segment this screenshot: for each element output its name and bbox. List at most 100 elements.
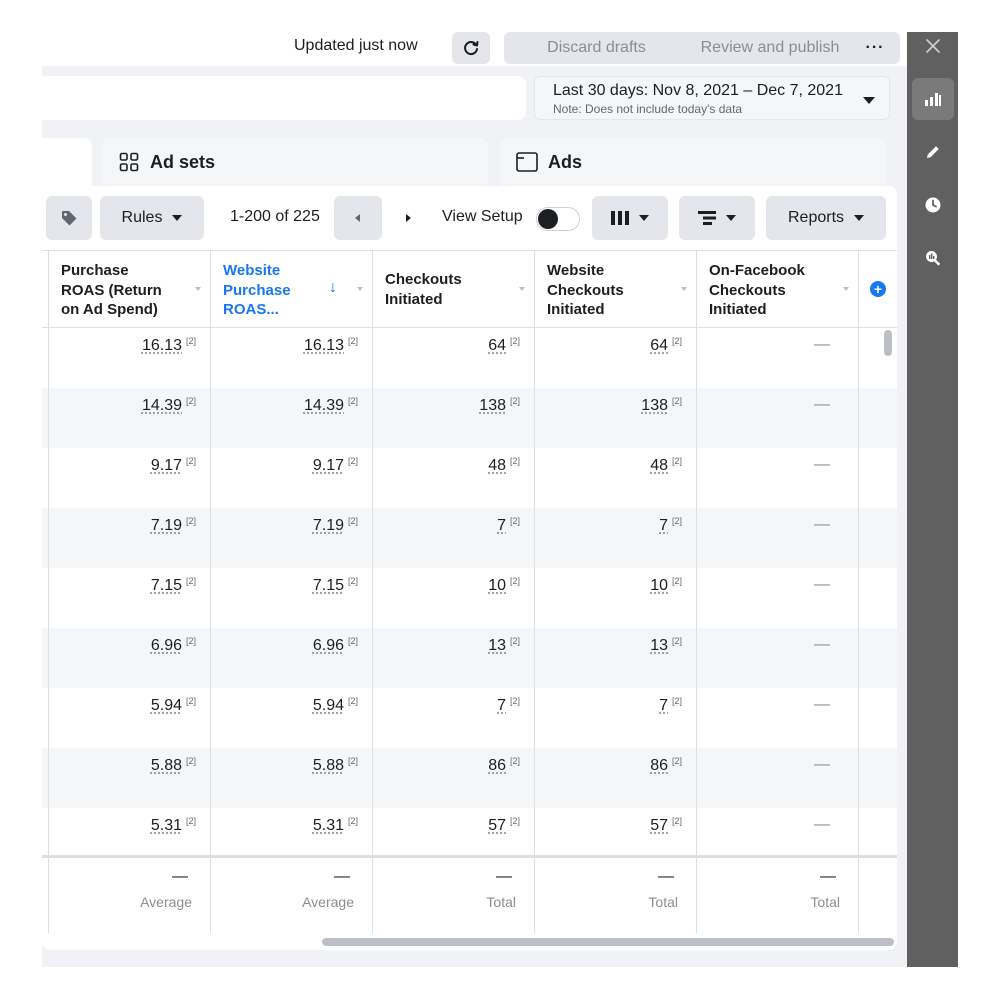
metric-value[interactable]: 86: [650, 757, 668, 775]
column-header[interactable]: Purchase ROAS (Return on Ad Spend): [48, 251, 210, 327]
columns-dropdown[interactable]: [592, 196, 668, 240]
column-header-line: Checkouts: [547, 281, 624, 299]
close-button[interactable]: [912, 25, 954, 67]
metric-value[interactable]: 57: [650, 817, 668, 835]
next-page-button[interactable]: [386, 196, 430, 240]
right-sidebar: [907, 32, 958, 967]
metric-value[interactable]: 9.17: [151, 457, 182, 475]
metric-value[interactable]: 64: [488, 337, 506, 355]
summary-value: —: [496, 868, 512, 885]
column-header-line: ROAS...: [223, 301, 279, 318]
refresh-button[interactable]: [452, 32, 490, 64]
more-options-button[interactable]: ···: [850, 32, 900, 64]
metric-value[interactable]: 7.19: [313, 517, 344, 535]
attribution-note: [2]: [185, 636, 196, 646]
history-button[interactable]: [912, 184, 954, 226]
table-cell: 5.94 [2]: [210, 688, 372, 748]
top-header: Updated just now Discard drafts Review a…: [42, 32, 907, 66]
metric-value[interactable]: 5.94: [151, 697, 182, 715]
metric-value[interactable]: 138: [641, 397, 668, 415]
table-cell: 10 [2]: [372, 568, 534, 628]
metric-value[interactable]: 5.31: [151, 817, 182, 835]
metric-value[interactable]: 48: [650, 457, 668, 475]
metric-value[interactable]: 64: [650, 337, 668, 355]
metric-value[interactable]: 5.88: [313, 757, 344, 775]
view-setup-toggle[interactable]: [536, 207, 580, 231]
table-row[interactable]: 5.88 [2] 5.88 [2] 86 [2] 86 [2] —: [42, 748, 897, 808]
rules-dropdown[interactable]: Rules: [100, 196, 204, 240]
metric-value[interactable]: 16.13: [142, 337, 182, 355]
table-cell: 64 [2]: [534, 328, 696, 388]
inspect-button[interactable]: [912, 237, 954, 279]
table-row[interactable]: 14.39 [2] 14.39 [2] 138 [2] 138 [2] —: [42, 388, 897, 448]
metric-value[interactable]: 14.39: [304, 397, 344, 415]
summary-label: Total: [486, 894, 516, 910]
table-cell: —: [696, 448, 858, 508]
metric-value[interactable]: 9.17: [313, 457, 344, 475]
tag-button[interactable]: [46, 196, 92, 240]
tab-ads[interactable]: Ads: [500, 138, 886, 186]
metric-value[interactable]: 7: [497, 697, 506, 715]
breakdown-dropdown[interactable]: [679, 196, 755, 240]
search-filter-bar[interactable]: [42, 76, 526, 120]
column-header[interactable]: Website Checkouts Initiated: [534, 251, 696, 327]
metric-value[interactable]: 16.13: [304, 337, 344, 355]
metric-value[interactable]: 7: [659, 697, 668, 715]
column-header-line: Checkouts: [709, 281, 786, 299]
table-row[interactable]: 16.13 [2] 16.13 [2] 64 [2] 64 [2] —: [42, 328, 897, 388]
metric-value[interactable]: 5.88: [151, 757, 182, 775]
column-header[interactable]: Website Purchase ROAS... ↓: [210, 251, 372, 327]
charts-button[interactable]: [912, 78, 954, 120]
table-row[interactable]: 7.19 [2] 7.19 [2] 7 [2] 7 [2] —: [42, 508, 897, 568]
metric-value[interactable]: 5.94: [313, 697, 344, 715]
tab-ad-sets[interactable]: Ad sets: [102, 138, 488, 186]
metric-value[interactable]: 7: [659, 517, 668, 535]
column-divider: [858, 858, 859, 933]
review-and-publish-button[interactable]: Review and publish: [658, 32, 882, 64]
chevron-down-icon: [195, 287, 201, 291]
column-header[interactable]: On-Facebook Checkouts Initiated: [696, 251, 858, 327]
metric-value[interactable]: 48: [488, 457, 506, 475]
edit-button[interactable]: [912, 131, 954, 173]
metric-value[interactable]: 14.39: [142, 397, 182, 415]
summary-cell: — Total: [696, 858, 858, 933]
attribution-note: [2]: [671, 756, 682, 766]
attribution-note: [2]: [509, 696, 520, 706]
column-divider: [858, 448, 859, 508]
table-cell: 86 [2]: [372, 748, 534, 808]
metric-value[interactable]: 86: [488, 757, 506, 775]
empty-value: —: [814, 576, 830, 593]
table-row[interactable]: 5.94 [2] 5.94 [2] 7 [2] 7 [2] —: [42, 688, 897, 748]
metric-value[interactable]: 7.15: [151, 577, 182, 595]
column-header[interactable]: Checkouts Initiated: [372, 251, 534, 327]
vertical-scrollbar[interactable]: [884, 330, 892, 356]
metric-value[interactable]: 5.31: [313, 817, 344, 835]
table-cell: 7.15 [2]: [210, 568, 372, 628]
metric-value[interactable]: 10: [650, 577, 668, 595]
metric-value[interactable]: 13: [650, 637, 668, 655]
date-range-label: Last 30 days: Nov 8, 2021 – Dec 7, 2021: [553, 82, 843, 99]
metric-value[interactable]: 6.96: [313, 637, 344, 655]
tab-campaigns[interactable]: [42, 138, 92, 186]
add-column-icon[interactable]: +: [870, 281, 886, 297]
attribution-note: [2]: [185, 816, 196, 826]
metric-value[interactable]: 7: [497, 517, 506, 535]
horizontal-scrollbar[interactable]: [322, 938, 894, 946]
metric-value[interactable]: 57: [488, 817, 506, 835]
metric-value[interactable]: 7.19: [151, 517, 182, 535]
metric-value[interactable]: 138: [479, 397, 506, 415]
metric-value[interactable]: 10: [488, 577, 506, 595]
table-row[interactable]: 7.15 [2] 7.15 [2] 10 [2] 10 [2] —: [42, 568, 897, 628]
table-cell: —: [696, 568, 858, 628]
table-row[interactable]: 9.17 [2] 9.17 [2] 48 [2] 48 [2] —: [42, 448, 897, 508]
metric-value[interactable]: 13: [488, 637, 506, 655]
column-divider: [858, 748, 859, 808]
previous-page-button[interactable]: [334, 196, 382, 240]
table-row[interactable]: 6.96 [2] 6.96 [2] 13 [2] 13 [2] —: [42, 628, 897, 688]
metric-value[interactable]: 6.96: [151, 637, 182, 655]
reports-dropdown[interactable]: Reports: [766, 196, 886, 240]
sort-descending-icon[interactable]: ↓: [329, 279, 337, 297]
metric-value[interactable]: 7.15: [313, 577, 344, 595]
date-range-picker[interactable]: Last 30 days: Nov 8, 2021 – Dec 7, 2021 …: [534, 76, 890, 120]
table-cell: 16.13 [2]: [210, 328, 372, 388]
